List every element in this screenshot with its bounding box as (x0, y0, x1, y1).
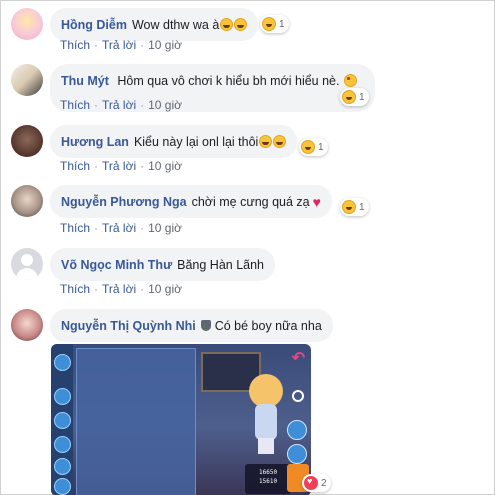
game-stat-value: 16650 (259, 469, 278, 476)
timestamp[interactable]: 10 giờ (148, 38, 182, 52)
timestamp[interactable]: 10 giờ (148, 98, 182, 112)
default-avatar-icon (21, 254, 33, 266)
separator: · (94, 221, 99, 235)
game-menu-button (54, 436, 71, 453)
timestamp[interactable]: 10 giờ (148, 159, 182, 173)
avatar[interactable] (11, 309, 43, 341)
haha-reaction-icon (301, 140, 315, 154)
separator: · (140, 282, 145, 296)
game-character-body (255, 404, 277, 440)
game-menu-button (54, 388, 71, 405)
game-menu-button (54, 478, 71, 495)
zoom-icon (292, 390, 304, 402)
comment-bubble: Nguyễn Phương Nga chời mẹ cưng quá zạ ♥ (50, 185, 332, 218)
reaction-count: 2 (321, 477, 327, 489)
reaction-count: 1 (359, 201, 365, 213)
commenter-name[interactable]: Nguyễn Phương Nga (61, 195, 187, 209)
reply-link[interactable]: Trả lời (102, 282, 136, 296)
comment-actions: Thích · Trả lời · 10 giờ (60, 282, 182, 296)
reply-link[interactable]: Trả lời (102, 98, 136, 112)
comment-text: Hôm qua vô chơi k hiểu bh mới hiểu nè. (117, 74, 340, 88)
separator: · (94, 98, 99, 112)
reaction-badge[interactable]: 1 (340, 198, 369, 216)
avatar[interactable] (11, 8, 43, 40)
reaction-badge[interactable]: 1 (260, 15, 289, 33)
avatar[interactable] (11, 64, 43, 96)
reaction-count: 1 (318, 141, 324, 153)
game-character-head (249, 374, 283, 408)
reaction-count: 1 (359, 91, 365, 103)
comment-actions: Thích · Trả lời · 10 giờ (60, 159, 182, 173)
comment-text: chời mẹ cưng quá zạ (191, 194, 310, 209)
comment-text: Wow dthw wa à (131, 17, 220, 32)
game-stat-value: 15610 (259, 478, 278, 485)
separator: · (94, 282, 99, 296)
comment-text: Có bé boy nữa nha (214, 318, 322, 333)
like-link[interactable]: Thích (60, 159, 90, 173)
image-attachment[interactable]: ↶ 16650 15610 (51, 344, 311, 495)
undo-icon: ↶ (291, 350, 305, 367)
game-menu-button (54, 412, 71, 429)
comment-bubble: Võ Ngọc Minh Thư Băng Hàn Lãnh (50, 248, 276, 281)
comment-bubble: Hương Lan Kiểu này lại onl lại thôi (50, 125, 298, 158)
game-side-button (287, 420, 307, 440)
haha-reaction-icon (342, 90, 356, 104)
like-link[interactable]: Thích (60, 38, 90, 52)
avatar[interactable] (11, 185, 43, 217)
separator: · (140, 98, 145, 112)
timestamp[interactable]: 10 giờ (148, 282, 182, 296)
comment-actions: Thích · Trả lời · 10 giờ (60, 98, 182, 112)
avatar[interactable] (11, 125, 43, 157)
commenter-name[interactable]: Võ Ngọc Minh Thư (61, 258, 172, 272)
grinning-squint-icon (234, 18, 248, 31)
game-menu-button (54, 458, 71, 475)
separator: · (94, 38, 99, 52)
comment-actions: Thích · Trả lời · 10 giờ (60, 221, 182, 235)
reaction-count: 1 (279, 18, 285, 30)
heart-eyes-icon (343, 74, 357, 87)
commenter-name[interactable]: Hồng Diễm (61, 18, 127, 32)
reaction-badge[interactable]: 1 (340, 88, 369, 106)
separator: · (140, 38, 145, 52)
comment-bubble: Nguyễn Thị Quỳnh Nhi Có bé boy nữa nha (50, 309, 333, 342)
default-avatar-body (16, 268, 38, 280)
grinning-squint-icon (273, 135, 287, 148)
game-menu-button (54, 354, 71, 371)
game-side-button (287, 444, 307, 464)
shield-icon (200, 320, 211, 331)
commenter-name[interactable]: Thu Mýt (61, 74, 109, 88)
haha-reaction-icon (262, 17, 276, 31)
reaction-badge[interactable]: 1 (299, 138, 328, 156)
reply-link[interactable]: Trả lời (102, 38, 136, 52)
grinning-squint-icon (220, 18, 234, 31)
game-panel (76, 348, 196, 495)
commenter-name[interactable]: Nguyễn Thị Quỳnh Nhi (61, 319, 196, 333)
comment-text: Băng Hàn Lãnh (177, 257, 265, 272)
separator: · (140, 159, 145, 173)
red-heart-icon: ♥ (312, 193, 321, 210)
like-link[interactable]: Thích (60, 98, 90, 112)
love-reaction-icon (304, 476, 318, 490)
comment-bubble: Hồng Diễm Wow dthw wa à (50, 8, 259, 41)
avatar[interactable] (11, 248, 43, 280)
separator: · (94, 159, 99, 173)
game-character-legs (258, 438, 274, 454)
reaction-badge[interactable]: 2 (302, 474, 331, 492)
haha-reaction-icon (342, 200, 356, 214)
like-link[interactable]: Thích (60, 221, 90, 235)
game-stats: 16650 15610 (245, 464, 291, 494)
like-link[interactable]: Thích (60, 282, 90, 296)
comment-text: Kiểu này lại onl lại thôi (133, 134, 259, 149)
reply-link[interactable]: Trả lời (102, 159, 136, 173)
separator: · (140, 221, 145, 235)
commenter-name[interactable]: Hương Lan (61, 135, 129, 149)
reply-link[interactable]: Trả lời (102, 221, 136, 235)
comment-actions: Thích · Trả lời · 10 giờ (60, 38, 182, 52)
grinning-squint-icon (259, 135, 273, 148)
timestamp[interactable]: 10 giờ (148, 221, 182, 235)
